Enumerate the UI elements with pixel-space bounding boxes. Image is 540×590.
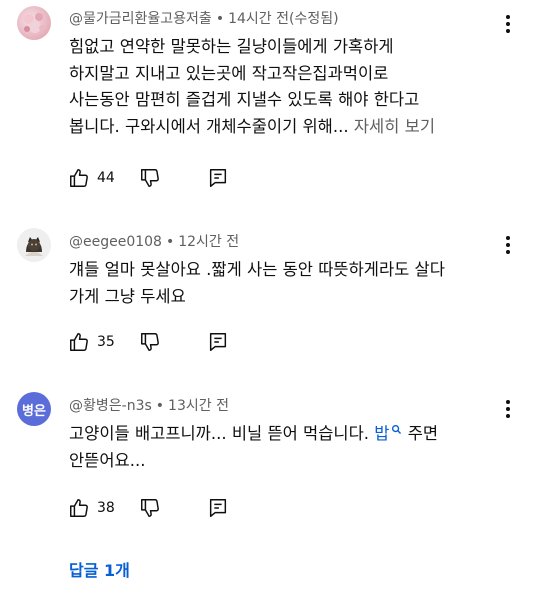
avatar-initials: 병은: [22, 403, 46, 419]
dislike-button[interactable]: [139, 331, 161, 353]
comment-actions: 38: [68, 496, 229, 520]
comment-meta: @물가금리환율고용저출 • 14시간 전(수정됨): [69, 8, 339, 28]
thumbs-down-icon: [140, 499, 159, 517]
view-replies-button[interactable]: 답글 1개: [69, 557, 130, 581]
comment-actions: 44: [68, 166, 229, 190]
comment-text: 주면: [402, 424, 439, 443]
meta-separator: •: [165, 234, 175, 250]
thumbs-down-icon: [140, 333, 159, 351]
comment-line: 봅니다. 구와시에서 개체수줄이기 위해...: [69, 116, 349, 136]
reply-button[interactable]: [207, 331, 229, 353]
comment-body: 걔들 얼마 못살아요 .짧게 사는 동안 따뜻하게라도 살다 가게 그냥 두세요: [69, 257, 445, 310]
comment-author[interactable]: @물가금리환율고용저출: [69, 11, 212, 27]
like-button[interactable]: 38: [68, 497, 115, 519]
comment-author[interactable]: @황병은-n3s: [69, 398, 152, 414]
comment-author[interactable]: @eegee0108: [69, 234, 162, 250]
thumbs-down-icon: [140, 169, 159, 187]
comment-time[interactable]: 14시간 전(수정됨): [228, 11, 338, 27]
meta-separator: •: [215, 11, 225, 27]
comment-line: 가게 그냥 두세요: [69, 286, 186, 306]
comment-meta: @eegee0108 • 12시간 전: [69, 231, 239, 251]
search-link-text: 밥: [374, 424, 390, 443]
comment-line: 하지말고 지내고 있는곳에 작고작은집과먹이로: [69, 63, 389, 83]
reply-comment-icon: [209, 333, 226, 351]
comment-body: 힘없고 연약한 말못하는 길냥이들에게 가혹하게 하지말고 지내고 있는곳에 작…: [69, 34, 435, 140]
thumbs-up-icon: [70, 499, 88, 517]
dislike-button[interactable]: [139, 497, 161, 519]
comment-line: 안뜯어요...: [69, 450, 146, 470]
comment-text: 고양이들 배고프니까... 비닐 뜯어 먹습니다.: [69, 424, 375, 443]
comment-body: 고양이들 배고프니까... 비닐 뜯어 먹습니다. 밥 주면 안뜯어요...: [69, 421, 438, 474]
search-icon: [392, 424, 402, 435]
like-count: 35: [97, 334, 115, 350]
comment-actions: 35: [68, 330, 229, 354]
dislike-button[interactable]: [139, 167, 161, 189]
more-vert-icon[interactable]: [500, 234, 516, 256]
search-link[interactable]: 밥: [374, 424, 402, 443]
comment-line: 힘없고 연약한 말못하는 길냥이들에게 가혹하게: [69, 37, 394, 56]
reply-button[interactable]: [207, 167, 229, 189]
like-count: 38: [97, 500, 115, 516]
more-vert-icon[interactable]: [500, 398, 516, 420]
avatar-image: [24, 13, 45, 33]
thumbs-up-icon: [70, 333, 88, 351]
comment-meta: @황병은-n3s • 13시간 전: [69, 395, 229, 415]
comment-line: 걔들 얼마 못살아요 .짧게 사는 동안 따뜻하게라도 살다: [69, 260, 445, 279]
meta-separator: •: [155, 398, 165, 414]
avatar[interactable]: 병은: [17, 392, 51, 426]
like-button[interactable]: 44: [68, 167, 115, 189]
cat-avatar-image: [17, 228, 51, 262]
comment-line-last: 봅니다. 구와시에서 개체수줄이기 위해... 자세히 보기: [69, 114, 435, 141]
more-vert-icon[interactable]: [500, 13, 516, 35]
thumbs-up-icon: [70, 169, 88, 187]
comment-line: 사는동안 맘편히 즐겁게 지낼수 있도록 해야 한다고: [69, 90, 420, 109]
comment-time[interactable]: 13시간 전: [168, 398, 229, 414]
avatar[interactable]: [17, 228, 51, 262]
comment-time[interactable]: 12시간 전: [178, 234, 239, 250]
avatar[interactable]: [17, 6, 51, 40]
reply-comment-icon: [209, 499, 226, 517]
like-count: 44: [97, 170, 115, 186]
reply-button[interactable]: [207, 497, 229, 519]
comment-line: 고양이들 배고프니까... 비닐 뜯어 먹습니다. 밥 주면: [69, 421, 438, 448]
reply-comment-icon: [209, 169, 226, 187]
read-more-link[interactable]: 자세히 보기: [354, 117, 435, 136]
like-button[interactable]: 35: [68, 331, 115, 353]
